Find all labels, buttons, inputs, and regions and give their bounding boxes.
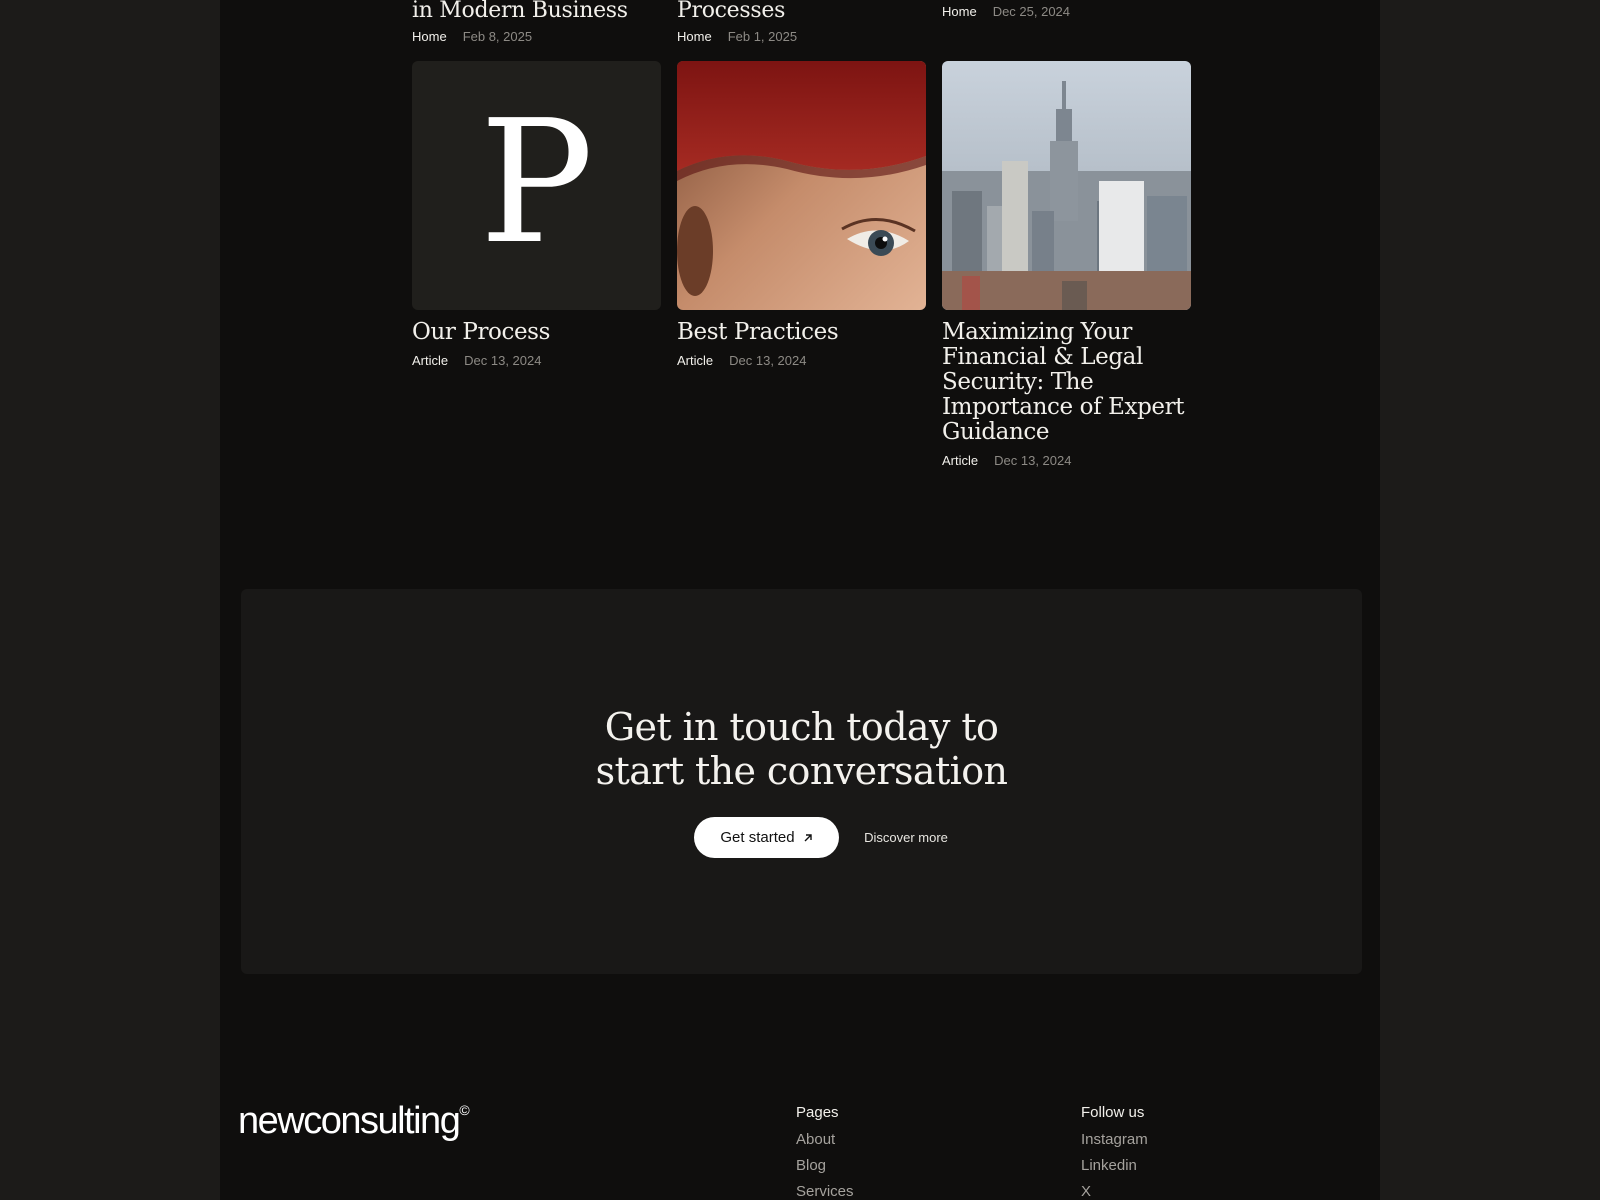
card-meta: Article Dec 13, 2024 [677,353,926,368]
discover-more-link[interactable]: Discover more [846,817,966,858]
cta-heading-line: Get in touch today to [604,705,999,749]
get-started-label: Get started [720,829,795,846]
logo-copyright-mark: © [459,1102,470,1119]
footer-social-column: Follow us Instagram Linkedin X [1081,1104,1148,1200]
post-meta: Home Dec 25, 2024 [942,4,1070,19]
footer-link-about[interactable]: About [796,1131,854,1148]
card-category[interactable]: Article [412,353,448,368]
card-title[interactable]: Our Process [412,320,661,345]
footer-link-blog[interactable]: Blog [796,1157,854,1174]
card-thumbnail[interactable] [677,61,926,310]
portrait-photo [677,61,926,310]
card-meta: Article Dec 13, 2024 [412,353,661,368]
post-meta: Home Feb 1, 2025 [677,29,797,44]
cta-heading: Get in touch today to start the conversa… [241,705,1362,793]
footer-pages-column: Pages About Blog Services [796,1104,854,1200]
post-category[interactable]: Home [677,29,712,44]
card-category[interactable]: Article [677,353,713,368]
blog-card[interactable]: Maximizing Your Financial & Legal Securi… [942,61,1191,468]
thumbnail-letter: P [479,83,594,282]
card-thumbnail[interactable]: P [412,61,661,310]
footer-link-services[interactable]: Services [796,1183,854,1200]
post-meta: Home Feb 8, 2025 [412,29,532,44]
blog-card[interactable]: Best Practices Article Dec 13, 2024 [677,61,926,368]
post-title[interactable]: in Modern Business [412,0,628,22]
card-title[interactable]: Maximizing Your Financial & Legal Securi… [942,320,1191,445]
post-category[interactable]: Home [412,29,447,44]
card-title[interactable]: Best Practices [677,320,926,345]
card-date: Dec 13, 2024 [994,453,1072,468]
footer-link-instagram[interactable]: Instagram [1081,1131,1148,1148]
brand-logo[interactable]: newconsulting© [238,1100,470,1143]
card-category[interactable]: Article [942,453,978,468]
post-date: Feb 1, 2025 [727,29,798,44]
footer-pages-heading: Pages [796,1104,839,1121]
cta-heading-line: start the conversation [595,749,1008,793]
blog-card[interactable]: P Our Process Article Dec 13, 2024 [412,61,661,368]
cta-panel: Get in touch today to start the conversa… [241,589,1362,974]
card-thumbnail[interactable] [942,61,1191,310]
card-date: Dec 13, 2024 [464,353,542,368]
footer-link-linkedin[interactable]: Linkedin [1081,1157,1148,1174]
arrow-up-right-icon [804,833,812,841]
city-skyline-photo [942,61,1191,310]
footer-follow-heading: Follow us [1081,1104,1145,1121]
post-date: Dec 25, 2024 [992,4,1071,19]
card-meta: Article Dec 13, 2024 [942,453,1191,468]
post-category[interactable]: Home [942,4,977,19]
card-date: Dec 13, 2024 [729,353,807,368]
post-date: Feb 8, 2025 [462,29,533,44]
post-title[interactable]: Processes [677,0,785,22]
get-started-button[interactable]: Get started [694,817,839,858]
logo-text: newconsulting [238,1100,461,1142]
page: in Modern Business Home Feb 8, 2025 Proce… [220,0,1380,1200]
footer-link-x[interactable]: X [1081,1183,1148,1200]
